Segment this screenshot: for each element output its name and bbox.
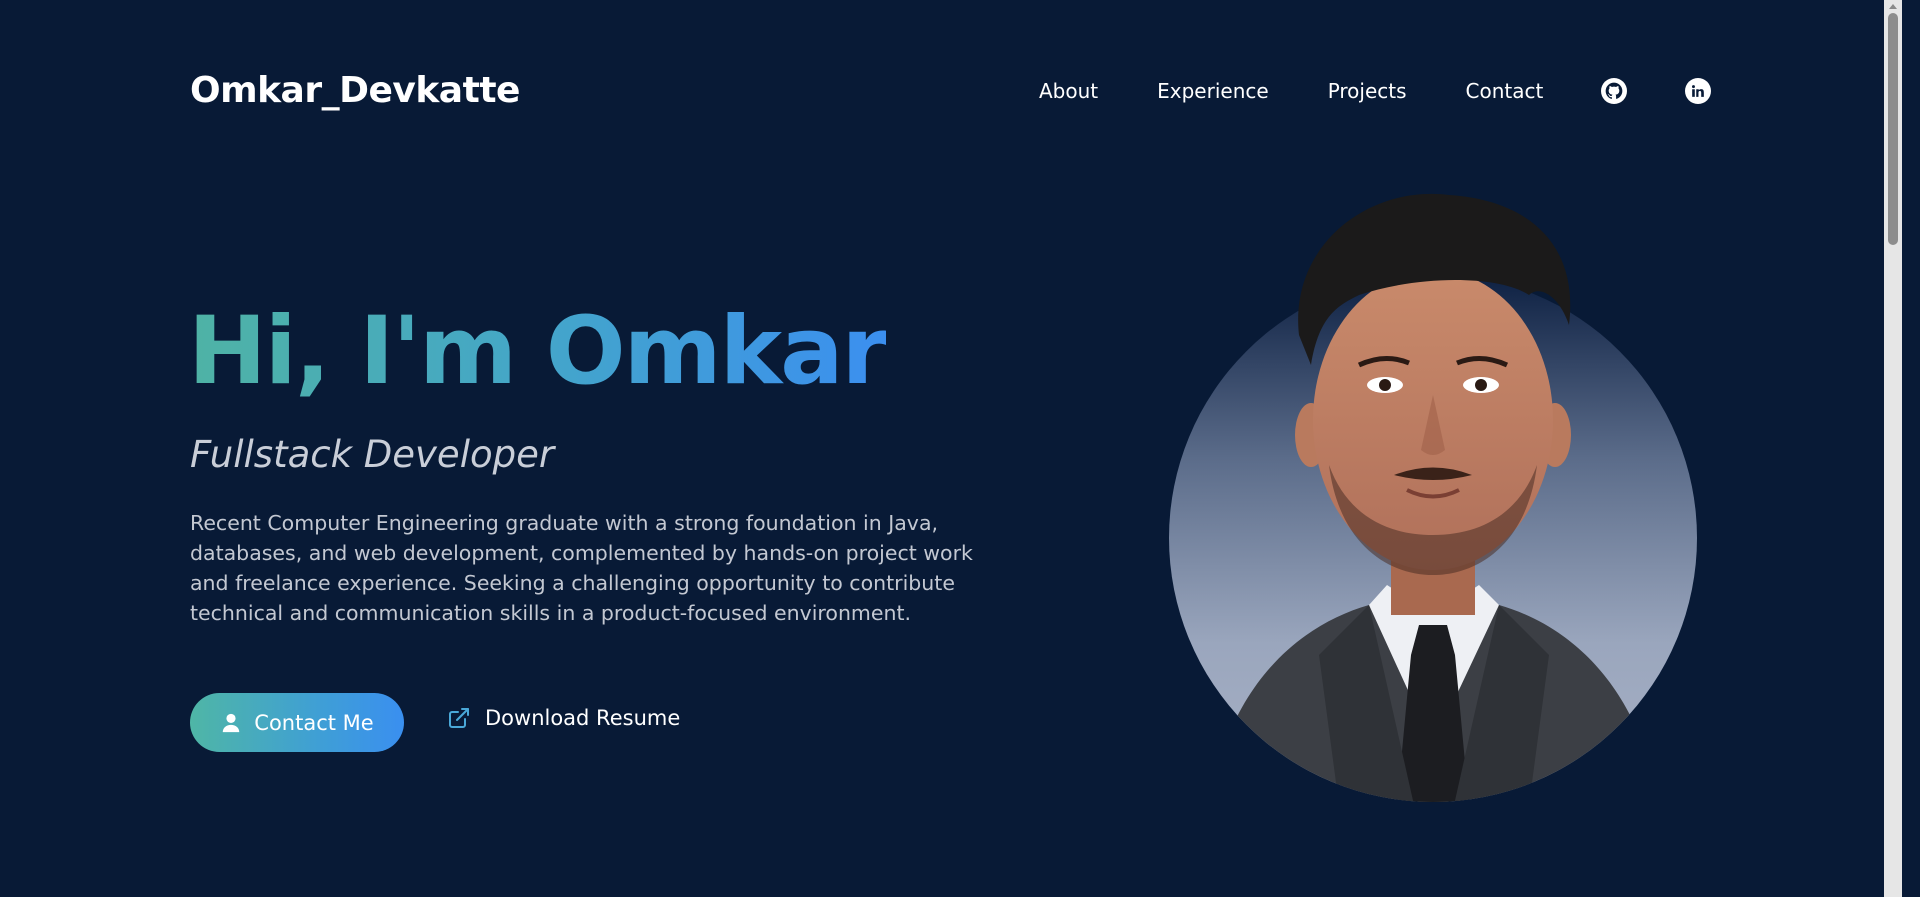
site-logo[interactable]: Omkar_Devkatte (190, 70, 520, 111)
profile-photo (1169, 193, 1697, 802)
github-icon[interactable] (1601, 78, 1628, 104)
external-link-icon (447, 706, 471, 730)
nav-about[interactable]: About (1039, 79, 1098, 103)
download-resume-label: Download Resume (485, 706, 681, 730)
nav-contact[interactable]: Contact (1466, 79, 1544, 103)
scroll-up-arrow-icon[interactable] (1889, 4, 1897, 9)
social-links (1601, 78, 1712, 104)
download-resume-button[interactable]: Download Resume (447, 706, 680, 730)
nav-experience[interactable]: Experience (1157, 79, 1269, 103)
contact-me-button[interactable]: Contact Me (190, 693, 404, 752)
hero-subtitle: Fullstack Developer (190, 433, 555, 476)
linkedin-icon[interactable] (1685, 78, 1712, 104)
page-scrollbar[interactable] (1884, 0, 1902, 897)
nav-projects[interactable]: Projects (1328, 79, 1407, 103)
main-nav: About Experience Projects Contact (1039, 78, 1712, 104)
hero-title: Hi, I'm Omkar (188, 297, 888, 406)
person-icon (220, 712, 242, 734)
scrollbar-thumb[interactable] (1888, 13, 1898, 245)
page: Omkar_Devkatte About Experience Projects… (0, 0, 1902, 897)
hero-description: Recent Computer Engineering graduate wit… (190, 511, 973, 625)
contact-me-label: Contact Me (254, 710, 374, 735)
